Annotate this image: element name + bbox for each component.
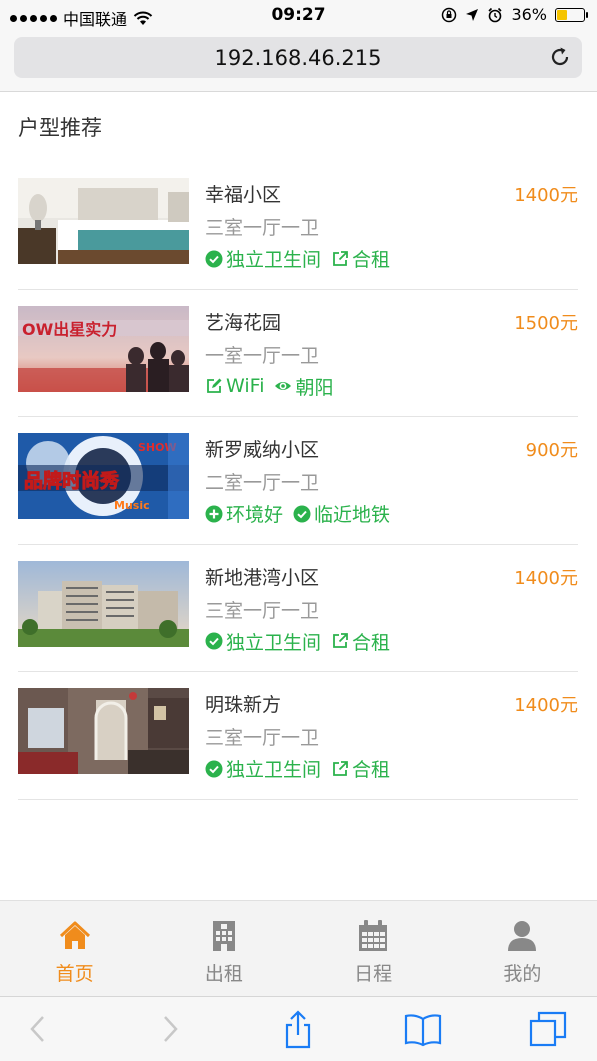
listing-tag: 合租 xyxy=(331,755,390,782)
listing-tag: 环境好 xyxy=(205,500,283,527)
browser-toolbar xyxy=(0,996,597,1061)
listing-tags: WiFi 朝阳 xyxy=(205,373,334,400)
app-tab-bar: 首页 出租 日程 我的 xyxy=(0,900,597,996)
listing-price: 1400元 xyxy=(514,695,578,716)
listing-tags: 独立卫生间 合租 xyxy=(205,628,390,655)
external-link-icon xyxy=(333,633,348,648)
listing-thumbnail[interactable]: OW出星实力 xyxy=(18,305,189,392)
listing-tag: 合租 xyxy=(331,245,390,272)
listing-layout: 三室一厅一卫 xyxy=(205,727,320,749)
listing-tags: 独立卫生间 合租 xyxy=(205,245,390,272)
battery-icon xyxy=(555,7,588,22)
tab-home[interactable]: 首页 xyxy=(0,901,149,996)
tag-label: 独立卫生间 xyxy=(226,631,322,654)
listing-name[interactable]: 明珠新方 xyxy=(205,690,281,717)
listing-item[interactable]: OW出星实力 艺海花园 1500元 一室一厅一卫 WiFi 朝阳 xyxy=(18,290,578,417)
tab-rent[interactable]: 出租 xyxy=(149,901,298,996)
svg-text:Music: Music xyxy=(114,499,150,512)
listing-tag: 临近地铁 xyxy=(293,500,390,527)
status-right: 36% xyxy=(441,5,588,24)
listing-tag: WiFi xyxy=(205,373,264,400)
orientation-lock-icon xyxy=(442,7,457,22)
tag-label: 合租 xyxy=(352,759,391,781)
listing-name[interactable]: 艺海花园 xyxy=(205,308,281,335)
plus-circle-icon xyxy=(205,505,223,522)
browser-address-area: 192.168.46.215 xyxy=(0,32,597,92)
check-circle-icon xyxy=(205,760,223,777)
listing-tag: 朝阳 xyxy=(274,373,334,400)
reload-icon[interactable] xyxy=(548,45,572,69)
listing-item[interactable]: 新地港湾小区 1400元 三室一厅一卫 独立卫生间 合租 xyxy=(18,545,578,672)
tab-label: 我的 xyxy=(503,963,542,985)
tag-label: 合租 xyxy=(352,249,391,271)
listing-tag: 独立卫生间 xyxy=(205,628,321,655)
tab-label: 首页 xyxy=(55,963,94,985)
tab-label: 出租 xyxy=(204,963,243,985)
tabs-icon[interactable] xyxy=(528,1009,568,1049)
edit-icon xyxy=(207,378,222,393)
external-link-icon xyxy=(333,760,348,776)
listing-layout: 三室一厅一卫 xyxy=(205,217,320,239)
tag-label: 朝阳 xyxy=(295,376,334,399)
tag-label: 独立卫生间 xyxy=(226,759,322,781)
check-circle-icon xyxy=(293,505,311,522)
svg-text:品牌时尚秀: 品牌时尚秀 xyxy=(24,469,120,492)
tag-label: 环境好 xyxy=(226,504,284,526)
tag-label: 合租 xyxy=(352,631,391,654)
user-icon xyxy=(508,921,537,951)
svg-text:OW出星实力: OW出星实力 xyxy=(22,320,117,339)
calendar-icon xyxy=(359,920,388,951)
listing-name[interactable]: 新地港湾小区 xyxy=(205,563,319,590)
tab-schedule[interactable]: 日程 xyxy=(299,901,448,996)
listing-name[interactable]: 新罗威纳小区 xyxy=(205,435,319,462)
check-circle-icon xyxy=(205,250,223,267)
location-icon xyxy=(466,8,479,21)
share-icon[interactable] xyxy=(278,1009,318,1049)
forward-icon[interactable] xyxy=(150,1009,190,1049)
section-title: 户型推荐 xyxy=(18,116,102,140)
status-bar: 中国联通 09:27 36% xyxy=(0,0,597,32)
tab-label: 日程 xyxy=(354,963,393,985)
check-circle-icon xyxy=(205,632,223,650)
alarm-icon xyxy=(488,7,503,22)
listing-thumbnail[interactable] xyxy=(18,178,189,264)
listing-tag: 合租 xyxy=(331,628,390,655)
listing-price: 1400元 xyxy=(514,567,578,589)
listing-item[interactable]: 明珠新方 1400元 三室一厅一卫 独立卫生间 合租 xyxy=(18,672,578,800)
address-bar[interactable]: 192.168.46.215 xyxy=(14,37,582,78)
listing-tag: 独立卫生间 xyxy=(205,755,321,782)
tag-label: 临近地铁 xyxy=(314,504,391,526)
back-icon[interactable] xyxy=(18,1009,58,1049)
listing-layout: 三室一厅一卫 xyxy=(205,599,320,622)
external-link-icon xyxy=(333,250,348,266)
listing-price: 1500元 xyxy=(514,312,578,334)
listing-list: 幸福小区 1400元 三室一厅一卫 独立卫生间 合租 OW出星实力 艺海花园 1… xyxy=(18,162,578,800)
listing-price: 1400元 xyxy=(514,185,578,206)
listing-layout: 一室一厅一卫 xyxy=(205,344,320,367)
listing-price: 900元 xyxy=(525,440,578,461)
listing-thumbnail[interactable] xyxy=(18,688,189,774)
url-text[interactable]: 192.168.46.215 xyxy=(14,46,582,70)
building-icon xyxy=(212,921,235,951)
battery-percent: 36% xyxy=(511,5,547,24)
listing-thumbnail[interactable] xyxy=(18,560,189,647)
tag-label: WiFi xyxy=(226,375,265,397)
listing-layout: 二室一厅一卫 xyxy=(205,472,320,494)
tab-mine[interactable]: 我的 xyxy=(448,901,597,996)
listing-tags: 环境好 临近地铁 xyxy=(205,500,390,527)
tag-label: 独立卫生间 xyxy=(226,249,322,271)
eye-icon xyxy=(275,382,292,390)
listing-item[interactable]: 幸福小区 1400元 三室一厅一卫 独立卫生间 合租 xyxy=(18,162,578,290)
listing-thumbnail[interactable]: 品牌时尚秀 SHOW Music xyxy=(18,433,189,519)
home-icon xyxy=(59,921,90,949)
listing-tag: 独立卫生间 xyxy=(205,245,321,272)
bookmarks-icon[interactable] xyxy=(403,1009,443,1049)
listing-name[interactable]: 幸福小区 xyxy=(205,180,281,207)
listing-item[interactable]: 品牌时尚秀 SHOW Music 新罗威纳小区 900元 二室一厅一卫 环境好 … xyxy=(18,417,578,545)
listing-tags: 独立卫生间 合租 xyxy=(205,755,390,782)
